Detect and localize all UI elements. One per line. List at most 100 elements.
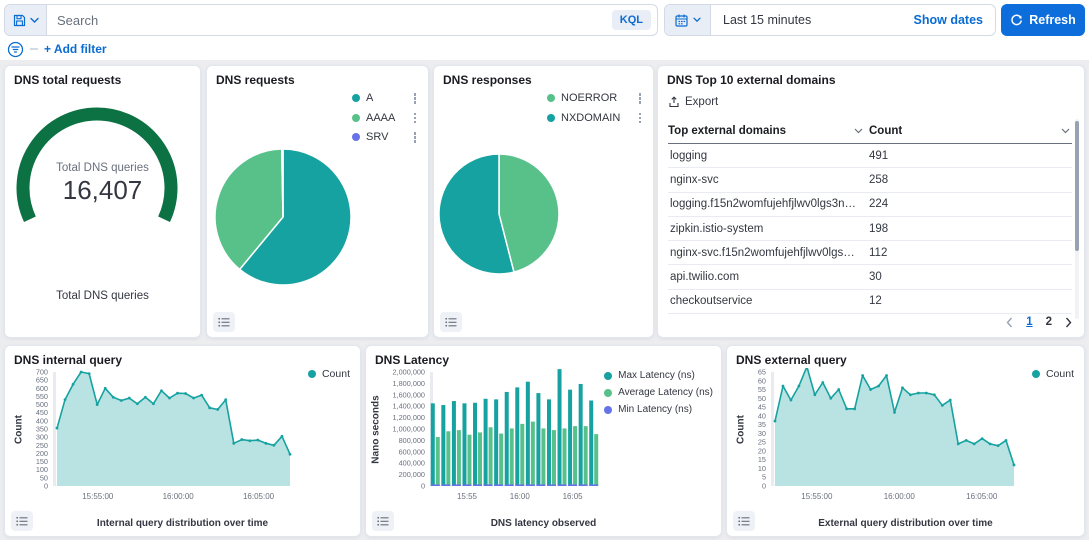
svg-text:60: 60 [758,376,766,385]
legend-label: SRV [366,131,406,143]
data-point [184,392,187,395]
refresh-button[interactable]: Refresh [1001,4,1085,36]
internal-query-chart[interactable]: 0501001502002503003504004505005506006507… [13,368,354,504]
bar-min [441,484,450,486]
data-point [264,442,267,445]
legend-item-A[interactable]: A [352,92,418,105]
table-row: api.twilio.com30 [668,265,1072,289]
svg-text:1,200,000: 1,200,000 [393,413,425,422]
svg-text:16:05: 16:05 [563,492,584,501]
legend-toggle-button[interactable] [11,511,33,531]
svg-text:0: 0 [421,482,425,491]
scrollbar-thumb[interactable] [1075,121,1079,251]
panel-title[interactable]: DNS internal query [14,353,122,367]
column-header-domains[interactable]: Top external domains [668,125,869,137]
legend-toggle-button[interactable] [213,312,235,332]
legend-toggle-button[interactable] [372,511,394,531]
list-icon [377,516,389,527]
show-dates-link[interactable]: Show dates [914,5,995,35]
legend-item-count[interactable]: Count [1032,368,1074,380]
data-point [256,439,259,442]
legend-item-NOERROR[interactable]: NOERROR [547,92,643,105]
panel-title[interactable]: DNS total requests [14,73,121,87]
bar-avg [594,434,598,486]
search-input[interactable] [47,5,612,35]
legend-item-Max Latency (ns)[interactable]: Max Latency (ns) [604,370,713,381]
data-point [104,387,107,390]
filter-menu-button[interactable] [7,41,24,58]
gauge-value: 16,407 [5,175,200,206]
legend-item-SRV[interactable]: SRV [352,131,418,144]
svg-text:15: 15 [758,455,766,464]
data-point [909,393,912,396]
page-button-1[interactable]: 1 [1026,316,1032,328]
time-range-value[interactable]: Last 15 minutes [711,5,914,35]
legend-actions-icon[interactable] [412,112,419,125]
bar-min [452,484,461,486]
legend-item-NXDOMAIN[interactable]: NXDOMAIN [547,112,643,125]
bar-min [568,484,577,486]
bar-min [547,484,556,486]
legend-item-AAAA[interactable]: AAAA [352,112,418,125]
external-query-chart[interactable]: 0510152025303540455055606515:55:0016:00:… [735,368,1078,504]
data-point [869,388,872,391]
export-button[interactable]: Export [668,96,718,108]
svg-text:35: 35 [758,420,766,429]
bar-avg [563,428,567,486]
legend-dot [604,406,612,414]
legend-toggle-button[interactable] [440,312,462,332]
page-button-2[interactable]: 2 [1046,316,1052,328]
svg-text:10: 10 [758,464,766,473]
x-axis-label: Internal query distribution over time [5,518,360,529]
domain-cell: api.twilio.com [668,271,869,283]
panel-title[interactable]: DNS requests [216,73,295,87]
calendar-button[interactable] [665,5,711,35]
list-icon [738,516,750,527]
bar-avg [499,434,503,486]
panel-title[interactable]: DNS external query [736,353,847,367]
data-point [232,442,235,445]
legend-actions-icon[interactable] [637,112,644,125]
legend-item-Average Latency (ns)[interactable]: Average Latency (ns) [604,387,713,398]
table-header: Top external domains Count [668,119,1072,144]
add-filter-link[interactable]: + Add filter [44,42,107,56]
legend-actions-icon[interactable] [412,92,419,105]
bar-min [558,484,567,486]
x-axis-label: External query distribution over time [727,518,1084,529]
panel-title[interactable]: DNS responses [443,73,532,87]
legend-actions-icon[interactable] [412,131,419,144]
data-point [837,388,840,391]
panel-dns-external-query: DNS external query Count 051015202530354… [726,345,1085,537]
refresh-icon [1010,14,1023,27]
previous-page-button[interactable] [1006,317,1013,328]
next-page-button[interactable] [1065,317,1072,328]
legend-item-count[interactable]: Count [308,368,350,380]
svg-text:1,600,000: 1,600,000 [393,390,425,399]
panel-dns-internal-query: DNS internal query Count 050100150200250… [4,345,361,537]
count-cell: 30 [869,271,1072,283]
chevron-down-icon [1061,128,1070,134]
data-point [798,385,801,388]
svg-text:16:00:00: 16:00:00 [884,492,916,501]
data-point [248,439,251,442]
svg-text:30: 30 [758,429,766,438]
legend-toggle-button[interactable] [733,511,755,531]
svg-text:15:55:00: 15:55:00 [801,492,833,501]
saved-query-menu-button[interactable] [5,5,47,35]
bar-min [494,484,503,486]
kql-badge[interactable]: KQL [612,10,651,30]
list-icon [16,516,28,527]
column-header-count[interactable]: Count [869,125,1072,137]
panel-title[interactable]: DNS Latency [375,353,449,367]
panel-title[interactable]: DNS Top 10 external domains [667,73,836,87]
data-point [877,385,880,388]
svg-text:400: 400 [36,416,48,425]
data-point [168,397,171,400]
bar-max [473,403,477,486]
legend-actions-icon[interactable] [637,92,644,105]
legend-dot [352,114,360,122]
data-point [893,411,896,414]
bar-avg [436,437,440,486]
calendar-icon [674,13,689,28]
legend-item-Min Latency (ns)[interactable]: Min Latency (ns) [604,404,713,415]
